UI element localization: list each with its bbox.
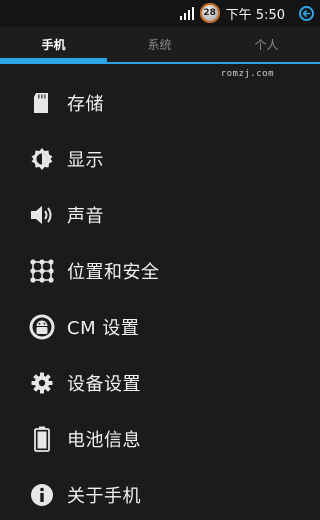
tab-bar: 手机 系统 个人 xyxy=(0,26,320,62)
status-bar: 28 下午 5:50 xyxy=(0,0,320,26)
settings-item-label: 电池信息 xyxy=(67,430,141,451)
settings-item-about-phone[interactable]: 关于手机 xyxy=(0,470,320,520)
settings-item-label: 位置和安全 xyxy=(67,262,160,283)
settings-item-label: 关于手机 xyxy=(67,486,141,507)
settings-item-label: 显示 xyxy=(67,150,104,171)
pattern-lock-icon xyxy=(28,257,56,285)
settings-item-sound[interactable]: 声音 xyxy=(0,190,320,240)
sd-card-icon xyxy=(28,89,56,117)
settings-item-label: 声音 xyxy=(67,206,104,227)
tab-phone[interactable]: 手机 xyxy=(0,26,107,62)
gear-icon xyxy=(28,369,56,397)
settings-item-display[interactable]: 显示 xyxy=(0,134,320,184)
back-arrow-icon[interactable] xyxy=(299,5,314,21)
tab-personal[interactable]: 个人 xyxy=(213,26,320,62)
info-icon xyxy=(28,481,56,509)
brightness-icon xyxy=(28,145,56,173)
settings-item-label: CM 设置 xyxy=(67,318,140,339)
active-tab-indicator xyxy=(0,58,107,64)
signal-strength-icon xyxy=(179,6,194,20)
tab-divider-line xyxy=(107,62,320,64)
tab-system[interactable]: 系统 xyxy=(106,26,213,62)
status-clock: 下午 5:50 xyxy=(225,7,285,23)
settings-item-location-security[interactable]: 位置和安全 xyxy=(0,246,320,296)
settings-item-battery-info[interactable]: 电池信息 xyxy=(0,414,320,464)
notification-badge: 28 xyxy=(199,3,220,23)
cyanogen-android-icon xyxy=(28,313,56,341)
settings-item-storage[interactable]: 存储 xyxy=(0,78,320,128)
speaker-icon xyxy=(28,201,56,229)
battery-icon xyxy=(28,425,56,453)
settings-item-cm-settings[interactable]: CM 设置 xyxy=(0,302,320,352)
settings-item-device-settings[interactable]: 设备设置 xyxy=(0,358,320,408)
settings-item-label: 存储 xyxy=(67,94,104,115)
settings-item-label: 设备设置 xyxy=(67,374,141,395)
